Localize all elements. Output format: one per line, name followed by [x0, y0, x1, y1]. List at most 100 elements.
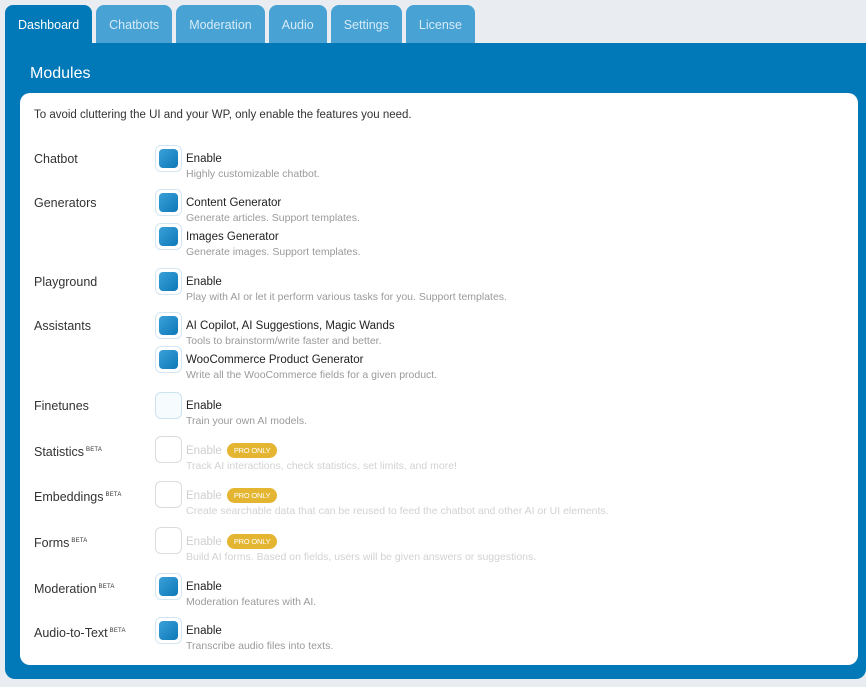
module-label-text: Moderation — [34, 582, 97, 596]
option-title: WooCommerce Product Generator — [186, 353, 437, 367]
enable-checkbox[interactable] — [155, 268, 182, 295]
module-option: Enable PRO ONLY Build AI forms. Based on f… — [155, 527, 536, 564]
module-label: Audio-to-Text BETA — [34, 624, 155, 653]
enable-checkbox[interactable] — [155, 189, 182, 216]
intro-text: To avoid cluttering the UI and your WP, … — [34, 109, 412, 121]
option-title: AI Copilot, AI Suggestions, Magic Wands — [186, 319, 395, 333]
tab-chatbots[interactable]: Chatbots — [96, 5, 173, 43]
option-title-text: Enable — [186, 444, 222, 457]
option-title-text: Enable — [186, 535, 222, 548]
option-description: Write all the WooCommerce fields for a g… — [186, 369, 438, 381]
option-title-text: AI Copilot, AI Suggestions, Magic Wands — [186, 320, 395, 332]
option-title-text: Enable — [186, 489, 222, 502]
module-row-generators: Generators Content Generator Generate arti… — [34, 189, 361, 259]
option-description: Track AI interactions, check statistics,… — [186, 460, 457, 472]
option-title: Content Generator — [186, 196, 360, 210]
pro-only-badge: PRO ONLY — [226, 443, 278, 458]
tab-moderation[interactable]: Moderation — [176, 5, 265, 43]
enable-checkbox[interactable] — [155, 573, 182, 600]
option-title-text: Enable — [186, 581, 222, 593]
module-option: Enable Play with AI or let it perform var… — [155, 268, 507, 304]
option-text: Enable Play with AI or let it perform var… — [186, 275, 507, 304]
option-title: Enable — [186, 580, 316, 594]
module-row-assistants: Assistants AI Copilot, AI Suggestions, Ma… — [34, 312, 437, 382]
module-label: Forms BETA — [34, 534, 155, 564]
module-option: Enable Transcribe audio files into texts. — [155, 617, 333, 653]
module-row-audio-to-text: Audio-to-Text BETA Enable Transcribe audio … — [34, 617, 333, 653]
module-label-text: Forms — [34, 536, 70, 550]
option-text: Content Generator Generate articles. Supp… — [186, 196, 360, 225]
module-row-embeddings: Embeddings BETA Enable PRO ONLY Create searc… — [34, 481, 609, 518]
option-description: Transcribe audio files into texts. — [186, 640, 334, 652]
module-label: Assistants — [34, 319, 155, 382]
module-row-playground: Playground Enable Play with AI or let it p… — [34, 268, 507, 304]
tab-audio[interactable]: Audio — [268, 5, 327, 43]
option-title-text: Enable — [186, 276, 222, 288]
module-option: Enable PRO ONLY Track AI interactions, che… — [155, 436, 457, 473]
option-description: Tools to brainstorm/write faster and bet… — [186, 335, 382, 347]
beta-tag: BETA — [109, 628, 126, 634]
beta-tag: BETA — [71, 538, 88, 544]
option-description: Generate images. Support templates. — [186, 246, 361, 258]
module-options: Enable PRO ONLY Build AI forms. Based on f… — [155, 527, 536, 564]
option-description: Play with AI or let it perform various t… — [186, 291, 507, 303]
module-options: Enable Train your own AI models. — [155, 392, 307, 428]
module-options: Enable PRO ONLY Track AI interactions, che… — [155, 436, 457, 473]
option-title: Enable PRO ONLY — [186, 534, 536, 549]
enable-checkbox[interactable] — [155, 145, 182, 172]
option-description: Moderation features with AI. — [186, 596, 317, 608]
option-title-text: Images Generator — [186, 231, 279, 243]
beta-tag: BETA — [86, 447, 103, 453]
module-option: Content Generator Generate articles. Supp… — [155, 189, 361, 225]
panel-title: Modules — [30, 65, 91, 82]
option-description: Train your own AI models. — [186, 415, 307, 427]
enable-checkbox[interactable] — [155, 346, 182, 373]
module-option: Enable PRO ONLY Create searchable data tha… — [155, 481, 609, 518]
enable-checkbox — [155, 436, 182, 463]
option-title: Enable — [186, 399, 307, 413]
tab-settings[interactable]: Settings — [330, 5, 402, 43]
beta-tag: BETA — [98, 584, 115, 590]
module-row-forms: Forms BETA Enable PRO ONLY Build AI forms. B… — [34, 527, 536, 564]
module-label: Moderation BETA — [34, 580, 155, 609]
module-options: AI Copilot, AI Suggestions, Magic Wands T… — [155, 312, 437, 382]
option-title: Images Generator — [186, 230, 361, 244]
option-title-text: Enable — [186, 153, 222, 165]
tab-dashboard[interactable]: Dashboard — [5, 5, 93, 43]
option-title: Enable PRO ONLY — [186, 488, 609, 503]
module-options: Enable Moderation features with AI. — [155, 573, 316, 609]
option-text: WooCommerce Product Generator Write all t… — [186, 353, 437, 382]
enable-checkbox — [155, 481, 182, 508]
tab-license[interactable]: License — [405, 5, 475, 43]
enable-checkbox[interactable] — [155, 392, 182, 419]
option-title-text: Content Generator — [186, 197, 282, 209]
module-options: Content Generator Generate articles. Supp… — [155, 189, 361, 259]
pro-only-badge: PRO ONLY — [226, 534, 278, 549]
modules-panel: Modules To avoid cluttering the UI and y… — [5, 43, 866, 679]
module-label: Embeddings BETA — [34, 488, 155, 518]
module-row-chatbot: Chatbot Enable Highly customizable chatbot… — [34, 145, 320, 181]
module-row-finetunes: Finetunes Enable Train your own AI models. — [34, 392, 307, 428]
enable-checkbox[interactable] — [155, 223, 182, 250]
option-description: Highly customizable chatbot. — [186, 168, 320, 180]
enable-checkbox[interactable] — [155, 617, 182, 644]
option-title: Enable — [186, 275, 507, 289]
enable-checkbox[interactable] — [155, 312, 182, 339]
module-label-text: Embeddings — [34, 490, 104, 504]
module-label-text: Generators — [34, 196, 97, 210]
option-text: Enable Transcribe audio files into texts. — [186, 624, 333, 653]
module-options: Enable PRO ONLY Create searchable data tha… — [155, 481, 609, 518]
option-text: Enable PRO ONLY Track AI interactions, che… — [186, 443, 457, 473]
option-title: Enable PRO ONLY — [186, 443, 457, 458]
module-label-text: Playground — [34, 275, 98, 289]
module-row-moderation: Moderation BETA Enable Moderation features … — [34, 573, 316, 609]
option-description: Generate articles. Support templates. — [186, 212, 360, 224]
module-option: WooCommerce Product Generator Write all t… — [155, 346, 437, 382]
option-title: Enable — [186, 624, 333, 638]
option-text: Enable PRO ONLY Create searchable data tha… — [186, 488, 609, 518]
module-options: Enable Play with AI or let it perform var… — [155, 268, 507, 304]
module-label: Finetunes — [34, 399, 155, 428]
option-text: Enable Highly customizable chatbot. — [186, 152, 320, 181]
option-text: Enable Moderation features with AI. — [186, 580, 316, 609]
module-option: AI Copilot, AI Suggestions, Magic Wands T… — [155, 312, 437, 348]
